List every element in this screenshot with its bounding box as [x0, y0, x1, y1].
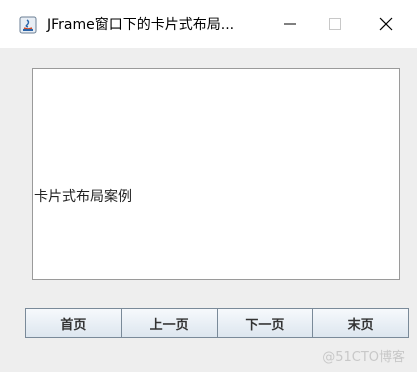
close-icon	[379, 17, 393, 31]
card-panel: 卡片式布局案例	[32, 68, 400, 280]
app-window: JFrame窗口下的卡片式布局... 卡片式布局案例 首页 上一页 下一页 末页…	[0, 0, 417, 372]
first-page-button[interactable]: 首页	[25, 308, 122, 338]
close-button[interactable]	[361, 0, 411, 48]
content-pane: 卡片式布局案例 首页 上一页 下一页 末页 @51CTO博客	[0, 48, 417, 372]
title-bar[interactable]: JFrame窗口下的卡片式布局...	[0, 0, 417, 48]
minimize-button[interactable]	[265, 0, 315, 48]
watermark: @51CTO博客	[322, 350, 405, 365]
last-page-button[interactable]: 末页	[312, 308, 409, 338]
previous-page-button[interactable]: 上一页	[120, 308, 218, 338]
navigation-button-bar: 首页 上一页 下一页 末页	[25, 308, 409, 338]
maximize-button[interactable]	[310, 0, 360, 48]
java-icon	[19, 16, 37, 34]
next-page-button[interactable]: 下一页	[216, 308, 314, 338]
window-title: JFrame窗口下的卡片式布局...	[47, 17, 235, 33]
minimize-icon	[284, 23, 296, 25]
maximize-icon	[329, 18, 341, 30]
card-label: 卡片式布局案例	[34, 189, 132, 205]
